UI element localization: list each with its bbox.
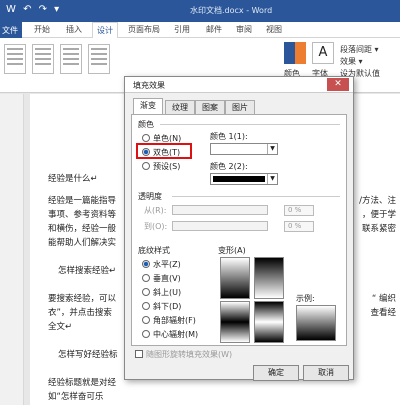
doc-line: 全文↵ [48,322,73,332]
highlight-box [136,143,192,159]
dialog-title: 填充效果 [133,81,165,90]
doc-heading: 怎样搜索经验↵ [58,266,117,276]
to-slider[interactable] [172,221,268,231]
paragraph-spacing-button[interactable]: 段落间距 ▾ [340,44,379,55]
from-label: 从(R): [144,206,167,215]
doc-line: 要搜索经验，可以 [48,294,117,304]
variant-3[interactable] [220,301,250,343]
to-label: 到(O): [144,222,168,231]
doc-line: 经验是一篇能指导 [48,196,117,206]
tab-mailings[interactable]: 邮件 [206,24,222,35]
doc-line: 如“怎样奋可乐 [48,392,104,402]
ok-button[interactable]: 确定 [253,365,299,381]
radio-vertical[interactable]: 垂直(V) [142,273,181,284]
fonts-icon[interactable]: A [312,42,334,64]
radio-preset[interactable]: 预设(S) [142,161,180,172]
from-slider[interactable] [172,205,268,215]
variant-4[interactable] [254,301,284,343]
doc-line: 能帮助人们解决实 [48,238,117,248]
tab-design[interactable]: 设计 [92,22,118,39]
tab-picture[interactable]: 图片 [225,100,255,114]
sample-preview [296,305,336,341]
dialog-title-bar[interactable]: 填充效果 ✕ [125,77,353,93]
style-thumbnail[interactable] [4,44,26,74]
window-title: 水印文档.docx - Word [190,6,273,15]
doc-line: 事项、参考资料等 [48,210,117,220]
style-thumbnail[interactable] [88,44,110,74]
tab-texture[interactable]: 纹理 [165,100,195,114]
tab-page-layout[interactable]: 页面布局 [128,24,160,35]
tab-insert[interactable]: 插入 [66,24,82,35]
tab-pattern[interactable]: 图案 [195,100,225,114]
variant-2[interactable] [254,257,284,299]
radio-from-corner[interactable]: 角部辐射(F) [142,315,196,326]
ribbon-tabs: 文件 开始 插入 设计 页面布局 引用 邮件 审阅 视图 [0,22,400,39]
rotate-with-shape-checkbox[interactable]: 随图形旋转填充效果(W) [135,349,232,360]
radio-diagonal-down[interactable]: 斜下(D) [142,301,181,312]
tab-file[interactable]: 文件 [0,22,22,38]
doc-line: 联系紧密 [361,224,396,234]
radio-diagonal-up[interactable]: 斜上(U) [142,287,181,298]
radio-from-center[interactable]: 中心辐射(M) [142,329,198,340]
gradient-pane: 颜色 单色(N) 双色(T) 预设(S) 颜色 1(1): ▼ 颜色 2(2):… [131,114,347,346]
quick-access-toolbar[interactable]: W ↶ ↷ ▾ [6,4,61,15]
chevron-down-icon: ▼ [267,144,277,154]
color1-dropdown[interactable]: ▼ [210,143,278,155]
tab-view[interactable]: 视图 [266,24,282,35]
vertical-ruler [0,94,24,405]
to-value[interactable]: 0 % [284,221,314,232]
close-icon[interactable]: ✕ [327,78,349,91]
doc-line: 和横伤，经验一般 [48,224,117,234]
effects-button[interactable]: 效果 ▾ [340,56,363,67]
title-bar: W ↶ ↷ ▾ 水印文档.docx - Word [0,0,400,22]
colors-icon[interactable] [284,42,306,64]
color1-label: 颜色 1(1): [210,132,248,141]
group-divider [160,124,340,125]
doc-line: ，便于学 [361,210,396,220]
doc-line: 经验标题就是对经 [48,378,117,388]
tab-references[interactable]: 引用 [174,24,190,35]
style-thumbnail[interactable] [32,44,54,74]
tab-home[interactable]: 开始 [34,24,50,35]
fill-effects-dialog: 填充效果 ✕ 渐变 纹理 图案 图片 颜色 单色(N) 双色(T) 预设(S) … [124,76,354,381]
tab-gradient[interactable]: 渐变 [133,98,163,115]
doc-line: 查看经 [370,308,396,318]
variants-label: 变形(A) [218,246,246,255]
doc-line: /方法、注 [359,196,396,206]
style-thumbnail[interactable] [60,44,82,74]
doc-line: 经验是什么↵ [48,174,98,184]
color2-dropdown[interactable]: ▼ [210,173,278,185]
doc-line: 衣”，并点击搜索 [48,308,112,318]
sample-label: 示例: [296,294,315,303]
chevron-down-icon: ▼ [267,174,277,184]
transparency-group-label: 透明度 [138,192,162,201]
radio-horizontal[interactable]: 水平(Z) [142,259,181,270]
colors-group-label: 颜色 [138,120,154,129]
doc-line: “ 编织 [371,294,396,304]
cancel-button[interactable]: 取消 [303,365,349,381]
color2-label: 颜色 2(2): [210,162,248,171]
from-value[interactable]: 0 % [284,205,314,216]
group-divider [172,196,340,197]
variant-1[interactable] [220,257,250,299]
tab-review[interactable]: 审阅 [236,24,252,35]
shading-group-label: 底纹样式 [138,246,170,255]
doc-heading: 怎样写好经验标 [58,350,118,360]
